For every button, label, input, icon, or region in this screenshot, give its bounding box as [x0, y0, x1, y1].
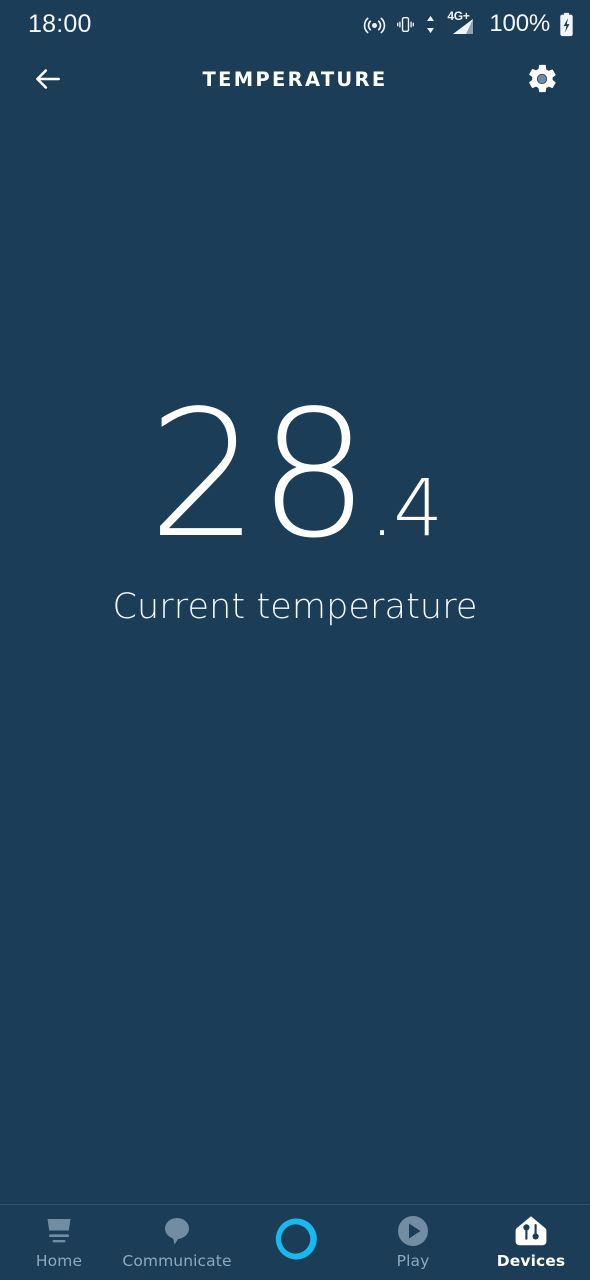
vibrate-icon: [397, 16, 415, 32]
cellular-signal-icon: 4G+: [445, 9, 477, 37]
nav-item-home[interactable]: Home: [0, 1205, 118, 1280]
data-transfer-icon: [427, 15, 435, 33]
nav-item-play[interactable]: Play: [354, 1205, 472, 1280]
status-bar: 18:00 4G+ 100%: [0, 0, 590, 48]
nav-item-alexa[interactable]: [236, 1205, 354, 1280]
app-screen: 18:00 4G+ 100% TEMPERATURE 28 .4 Current…: [0, 0, 590, 1280]
nav-label-communicate: Communicate: [122, 1252, 232, 1270]
temperature-caption: Current temperature: [112, 587, 478, 627]
back-arrow-icon: [36, 69, 60, 89]
nav-item-devices[interactable]: Devices: [472, 1205, 590, 1280]
main-content: 28 .4 Current temperature: [0, 110, 590, 1204]
page-title: TEMPERATURE: [202, 67, 388, 91]
gear-icon: [529, 64, 556, 93]
app-bar: TEMPERATURE: [0, 48, 590, 110]
status-bar-clock: 18:00: [28, 9, 92, 38]
battery-charging-icon: [560, 12, 573, 36]
bottom-navigation: Home Communicate Play Devices: [0, 1204, 590, 1280]
temperature-value: 28 .4: [0, 374, 590, 577]
nav-label-play: Play: [396, 1252, 430, 1270]
temperature-decimal: .4: [369, 464, 443, 554]
battery-percent-label: 100%: [489, 10, 550, 37]
back-button[interactable]: [22, 53, 74, 105]
temperature-integer: 28: [147, 374, 370, 577]
nav-label-home: Home: [35, 1252, 83, 1270]
play-circle-icon: [395, 1213, 431, 1249]
chat-bubble-icon: [160, 1213, 194, 1249]
settings-button[interactable]: [516, 53, 568, 105]
hotspot-icon: [364, 17, 386, 33]
nav-item-communicate[interactable]: Communicate: [118, 1205, 236, 1280]
alexa-ring-icon: [270, 1213, 320, 1265]
temperature-display: 28 .4 Current temperature: [0, 374, 590, 627]
status-bar-icons: 4G+ 100%: [363, 9, 574, 38]
home-icon: [41, 1213, 77, 1249]
devices-home-icon: [513, 1213, 549, 1249]
nav-label-devices: Devices: [496, 1252, 566, 1270]
